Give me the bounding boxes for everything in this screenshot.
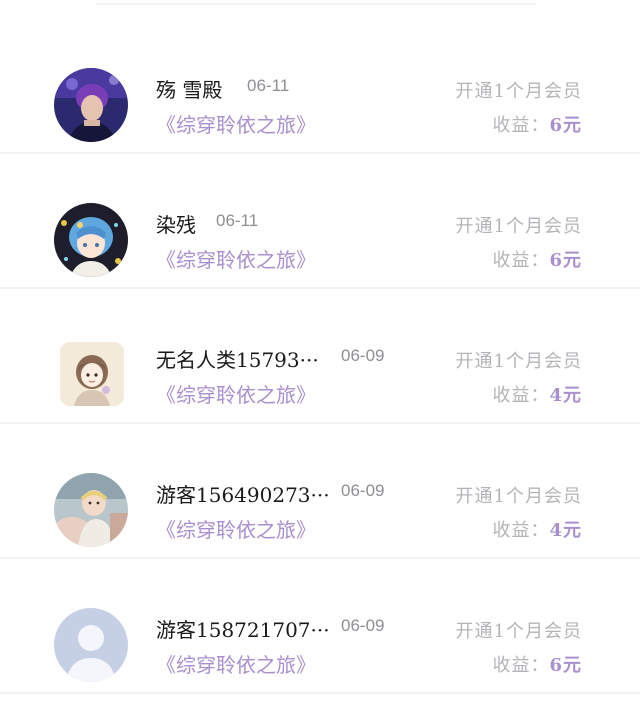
user-name: 游客156490273···: [156, 483, 330, 507]
row-divider: [0, 692, 640, 694]
earnings: 收益：6元: [492, 651, 582, 677]
earnings-amount: 4元: [549, 520, 582, 541]
book-title-link[interactable]: 《综穿聆依之旅》: [156, 109, 316, 138]
record-description: 开通1个月会员: [455, 351, 582, 372]
record-description: 开通1个月会员: [455, 486, 582, 507]
user-name: 殇 雪殿: [156, 78, 223, 102]
earnings-amount: 6元: [549, 655, 582, 676]
list-item[interactable]: 殇 雪殿 06-11 《综穿聆依之旅》 开通1个月会员 收益：6元: [0, 20, 640, 154]
earnings: 收益：6元: [492, 111, 582, 137]
record-description: 开通1个月会员: [455, 81, 582, 102]
cartoon-girl-avatar[interactable]: [60, 342, 124, 406]
top-divider: [96, 3, 536, 5]
row-divider: [0, 287, 640, 289]
earnings-label: 收益：: [492, 385, 550, 406]
user-name: 染残: [156, 213, 196, 237]
anime-girl-avatar[interactable]: [54, 203, 128, 277]
list-item[interactable]: 无名人类15793··· 06-09 《综穿聆依之旅》 开通1个月会员 收益：4…: [0, 290, 640, 424]
earnings-label: 收益：: [492, 250, 550, 271]
row-divider: [0, 152, 640, 154]
book-title-link[interactable]: 《综穿聆依之旅》: [156, 244, 316, 273]
record-description: 开通1个月会员: [455, 621, 582, 642]
book-title-link[interactable]: 《综穿聆依之旅》: [156, 514, 316, 543]
earnings: 收益：6元: [492, 246, 582, 272]
earnings: 收益：4元: [492, 516, 582, 542]
record-date: 06-11: [216, 211, 259, 230]
row-divider: [0, 557, 640, 559]
earnings-amount: 6元: [549, 250, 582, 271]
record-date: 06-11: [247, 76, 290, 95]
book-title-link[interactable]: 《综穿聆依之旅》: [156, 379, 316, 408]
list-item[interactable]: 游客156490273··· 06-09 《综穿聆依之旅》 开通1个月会员 收益…: [0, 425, 640, 559]
earnings-amount: 6元: [549, 115, 582, 136]
user-name: 游客158721707···: [156, 618, 330, 642]
earnings-label: 收益：: [492, 655, 550, 676]
list-item[interactable]: 染残 06-11 《综穿聆依之旅》 开通1个月会员 收益：6元: [0, 155, 640, 289]
earnings-label: 收益：: [492, 520, 550, 541]
row-divider: [0, 422, 640, 424]
record-date: 06-09: [341, 346, 385, 365]
record-date: 06-09: [341, 481, 385, 500]
baby-photo-avatar[interactable]: [54, 473, 128, 547]
record-date: 06-09: [341, 616, 385, 635]
list-item[interactable]: 游客158721707··· 06-09 《综穿聆依之旅》 开通1个月会员 收益…: [0, 560, 640, 694]
book-title-link[interactable]: 《综穿聆依之旅》: [156, 649, 316, 678]
user-name: 无名人类15793···: [156, 348, 319, 372]
earnings-amount: 4元: [549, 385, 582, 406]
earnings: 收益：4元: [492, 381, 582, 407]
record-description: 开通1个月会员: [455, 216, 582, 237]
default-person-avatar[interactable]: [54, 608, 128, 682]
user-photo-avatar[interactable]: [54, 68, 128, 142]
earnings-label: 收益：: [492, 115, 550, 136]
